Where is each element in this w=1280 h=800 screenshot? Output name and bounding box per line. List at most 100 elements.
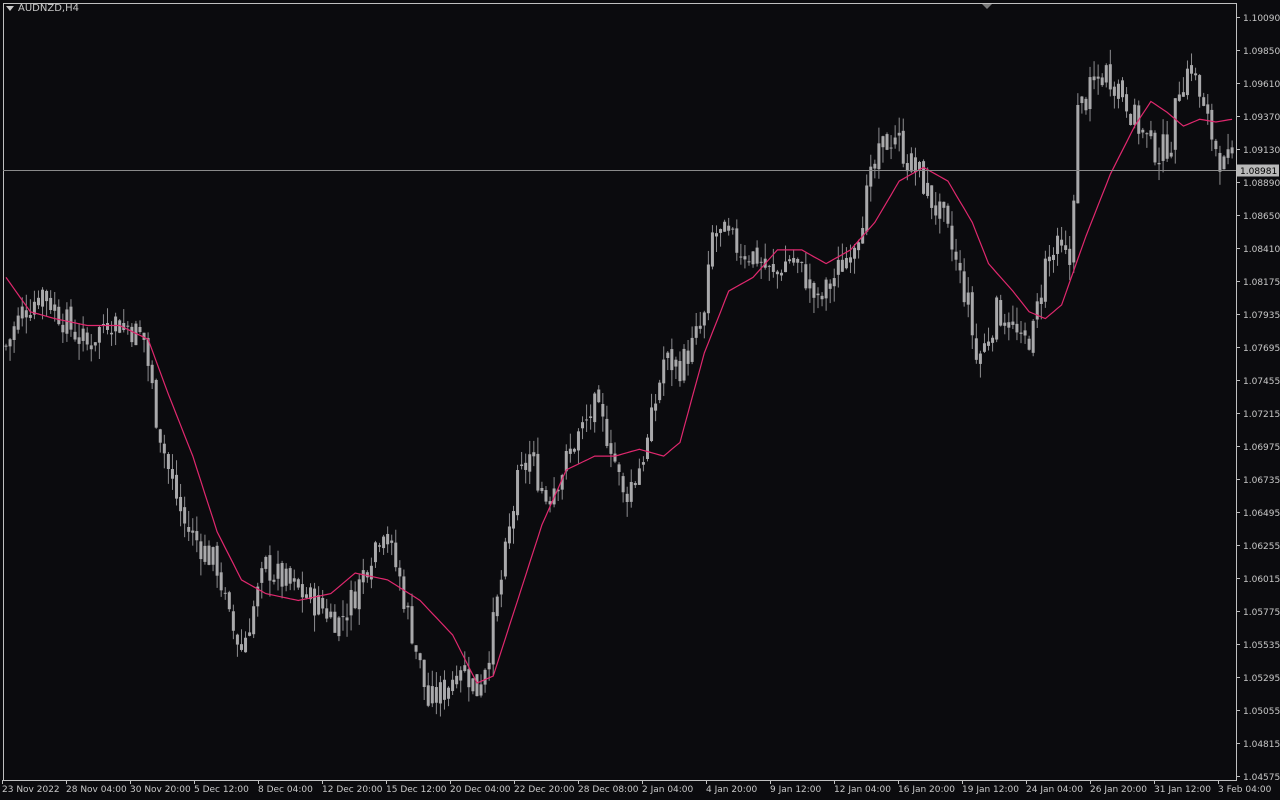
- candle-body: [650, 407, 654, 442]
- candle-body: [402, 576, 406, 609]
- candle-body: [207, 545, 211, 565]
- candle-body: [130, 326, 134, 343]
- candle-body: [775, 271, 779, 275]
- x-tick-label: 23 Nov 2022: [2, 785, 60, 795]
- candle-body: [81, 328, 85, 341]
- price-chart[interactable]: 1.08981 1.10090 1.09850 1.09610 1.09370 1.09…: [0, 0, 1280, 800]
- candle-body: [166, 454, 170, 470]
- candle-body: [804, 264, 808, 289]
- x-tick-label: 20 Dec 04:00: [450, 785, 511, 795]
- candle-body: [215, 545, 219, 576]
- price-axis: 1.10090 1.09850 1.09610 1.09370 1.09130 1.088…: [1236, 14, 1280, 783]
- candle-body: [905, 163, 909, 172]
- candle-body: [1190, 65, 1194, 74]
- candle-body: [995, 297, 999, 340]
- candle-body: [698, 325, 702, 329]
- y-tick-label: 1.05535: [1243, 641, 1280, 651]
- candle-body: [1060, 239, 1064, 246]
- candle-body: [357, 579, 361, 610]
- candle-body: [731, 228, 735, 230]
- chart-shift-triangle-icon[interactable]: [982, 4, 992, 9]
- candle-body: [239, 644, 243, 650]
- y-tick-label: 1.10090: [1243, 14, 1280, 24]
- time-axis: 23 Nov 2022 28 Nov 04:00 30 Nov 20:00 5 Dec…: [2, 780, 1272, 795]
- chart-area[interactable]: 1.08981 1.10090 1.09850 1.09610 1.09370 1.09…: [0, 0, 1280, 800]
- candle-body: [442, 679, 446, 700]
- candle-body: [771, 264, 775, 272]
- candle-body: [386, 533, 390, 545]
- x-tick-label: 24 Jan 04:00: [1026, 785, 1083, 795]
- candle-body: [430, 686, 434, 704]
- candle-body: [321, 597, 325, 609]
- candle-body: [260, 568, 264, 583]
- current-price-label: 1.08981: [1240, 167, 1277, 177]
- candle-body: [540, 487, 544, 492]
- shift-marker[interactable]: [982, 4, 992, 9]
- candle-body: [1116, 83, 1120, 99]
- candle-body: [633, 483, 637, 486]
- candle-body: [1173, 98, 1177, 150]
- candle-body: [341, 616, 345, 618]
- candle-body: [390, 540, 394, 543]
- moving-average-layer: [5, 100, 1233, 684]
- candle-body: [942, 201, 946, 208]
- x-tick-label: 16 Jan 20:00: [898, 785, 955, 795]
- candle-body: [1035, 301, 1039, 320]
- candle-body: [1108, 64, 1112, 90]
- candle-body: [1088, 77, 1092, 110]
- chart-title[interactable]: AUDNZD,H4: [6, 3, 79, 14]
- candle-body: [1230, 147, 1234, 154]
- candle-body: [418, 653, 422, 661]
- candle-body: [702, 312, 706, 326]
- candle-body: [743, 256, 747, 260]
- candle-body: [292, 578, 296, 582]
- candle-body: [36, 297, 40, 306]
- candle-body: [881, 136, 885, 148]
- candle-body: [499, 579, 503, 595]
- candle-body: [211, 547, 215, 565]
- y-tick-label: 1.09130: [1243, 146, 1280, 156]
- candle-body: [926, 182, 930, 196]
- candle-body: [89, 345, 93, 350]
- candle-body: [1084, 98, 1088, 111]
- candle-body: [1165, 134, 1169, 159]
- candle-body: [126, 325, 130, 327]
- candle-body: [235, 634, 239, 645]
- candle-body: [1185, 68, 1189, 96]
- candle-body: [337, 617, 341, 637]
- candle-body: [625, 493, 629, 502]
- candle-body: [349, 589, 353, 616]
- candle-body: [897, 132, 901, 136]
- candle-body: [536, 453, 540, 491]
- candle-body: [12, 326, 16, 340]
- candle-body: [613, 453, 617, 462]
- candle-body: [28, 314, 32, 318]
- candle-body: [252, 606, 256, 635]
- x-tick-label: 9 Jan 12:00: [770, 785, 822, 795]
- candle-body: [581, 422, 585, 429]
- candle-body: [784, 261, 788, 273]
- chart-menu-triangle-icon[interactable]: [6, 5, 14, 11]
- candle-body: [313, 588, 317, 616]
- moving-average-line: [5, 100, 1233, 684]
- y-tick-label: 1.08650: [1243, 212, 1280, 222]
- candle-body: [45, 290, 49, 302]
- y-tick-label: 1.06975: [1243, 443, 1280, 453]
- candle-body: [369, 565, 373, 580]
- candle-body: [280, 563, 284, 587]
- candle-body: [1064, 245, 1068, 250]
- candle-body: [593, 393, 597, 423]
- candle-body: [1121, 80, 1124, 98]
- candle-body: [138, 326, 142, 333]
- candle-body: [706, 264, 710, 314]
- x-tick-label: 5 Dec 12:00: [194, 785, 249, 795]
- candle-body: [398, 567, 402, 577]
- candle-body: [865, 185, 869, 232]
- candle-body: [1096, 76, 1100, 79]
- candle-body: [848, 257, 852, 263]
- candle-body: [203, 545, 207, 562]
- candle-body: [930, 185, 934, 208]
- candle-body: [1007, 322, 1011, 328]
- y-tick-label: 1.09850: [1243, 47, 1280, 57]
- candle-body: [154, 379, 158, 428]
